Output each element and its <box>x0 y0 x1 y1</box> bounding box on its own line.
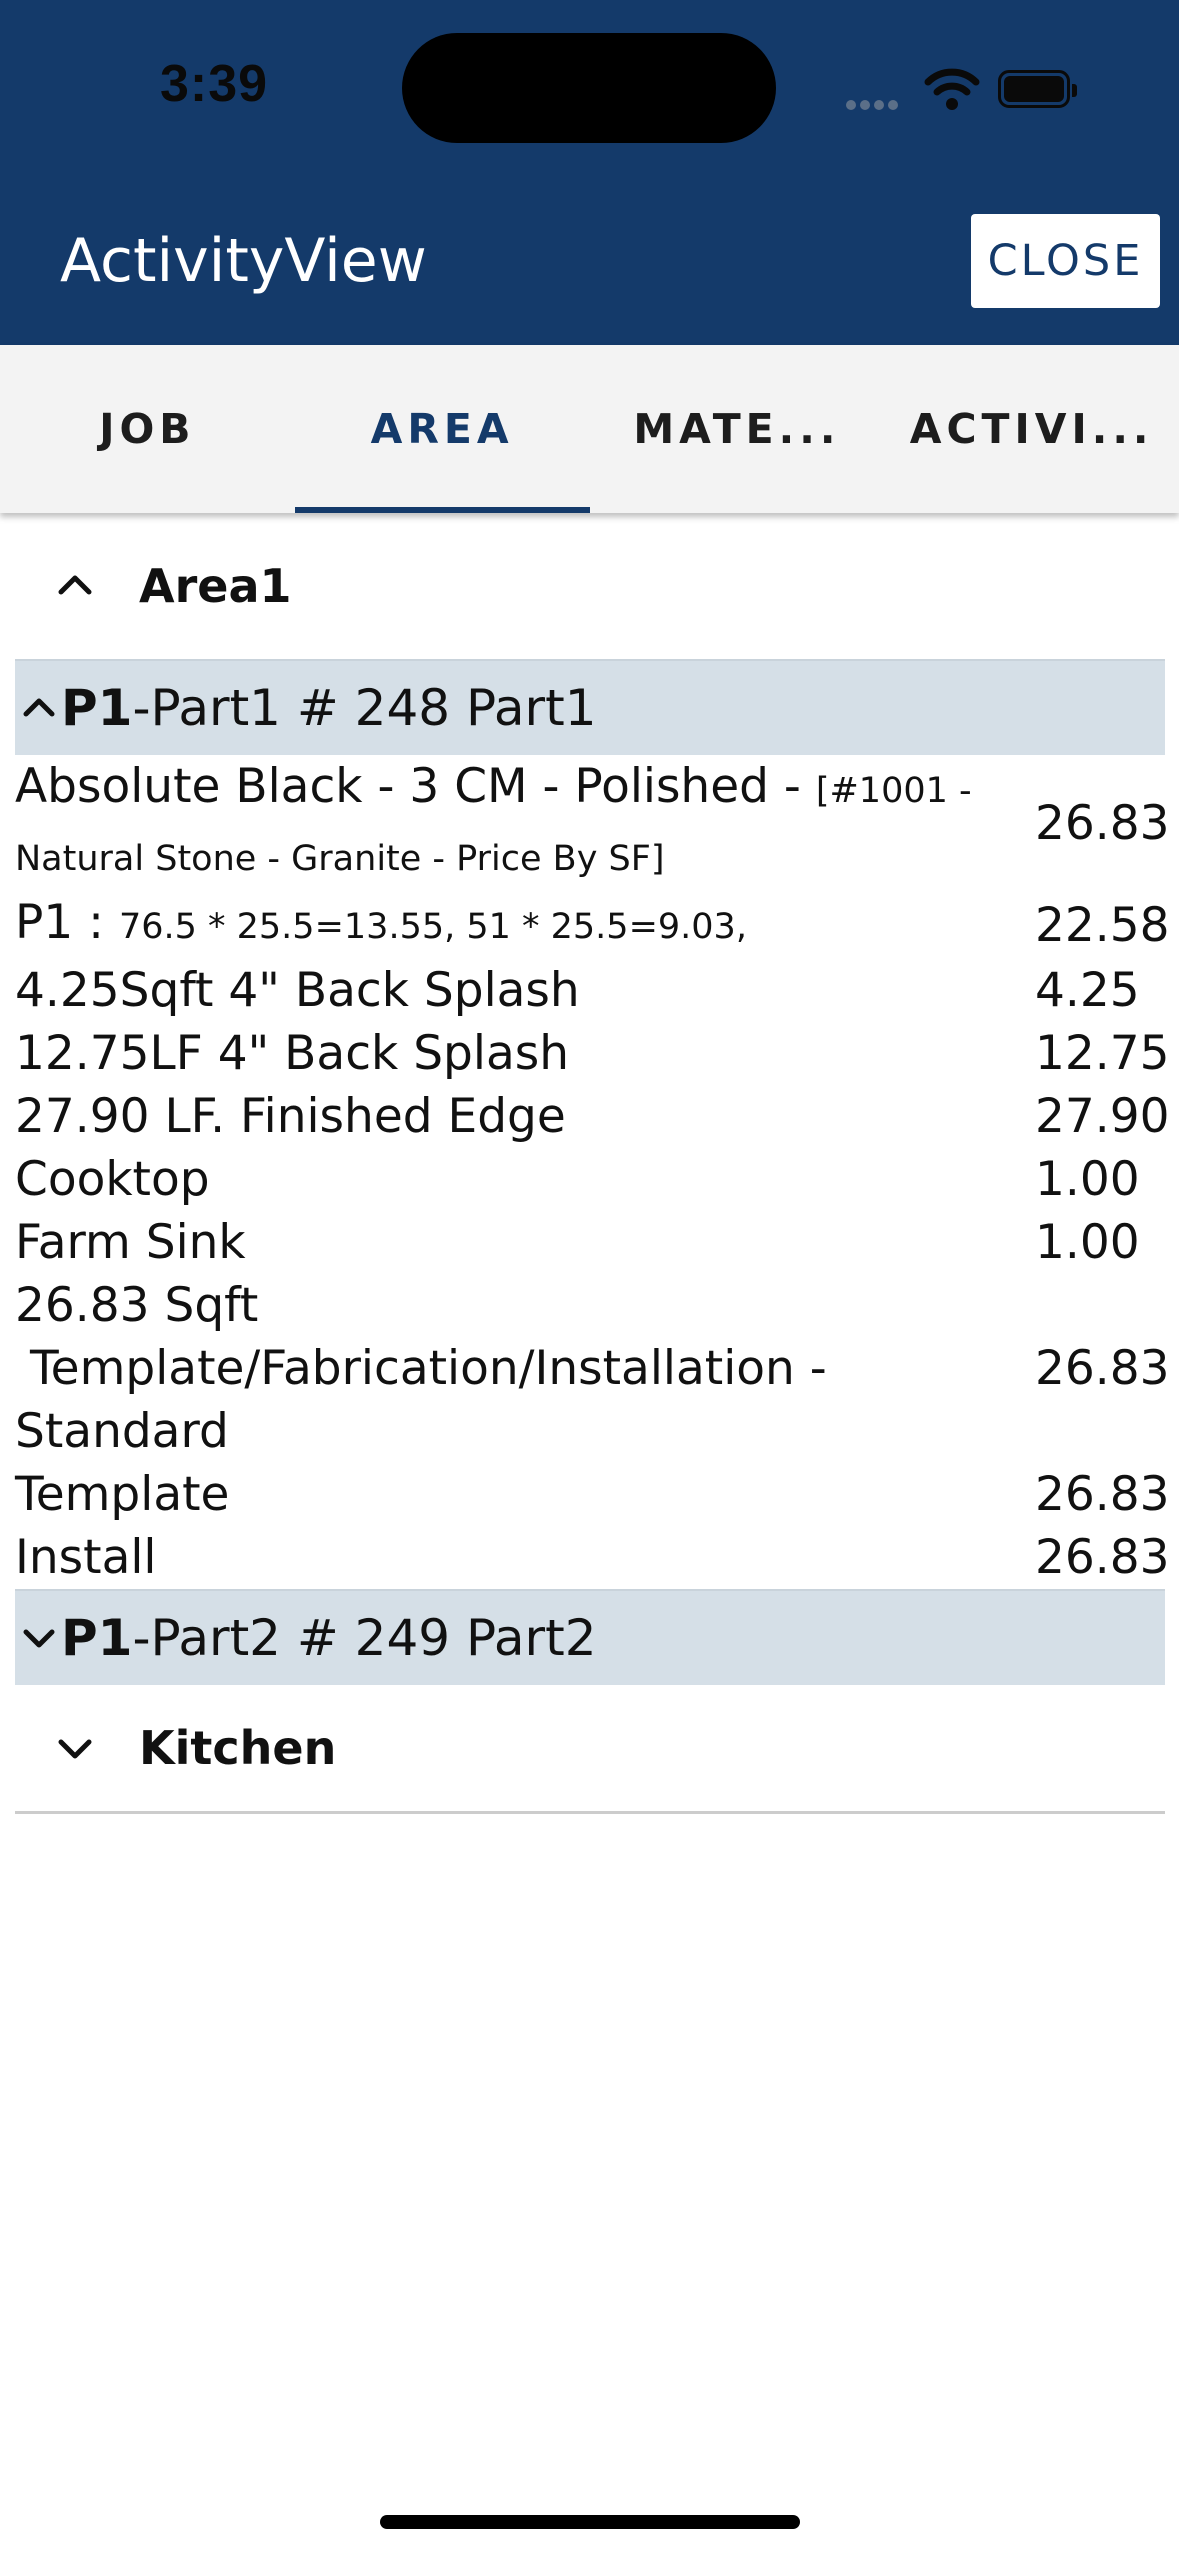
list-item: 12.75LF 4" Back Splash 12.75 <box>15 1022 1170 1085</box>
tab-bar: JOB AREA MATE... ACTIVI... <box>0 345 1179 513</box>
item-description: 26.83 Sqft <box>15 1278 259 1333</box>
list-item: Absolute Black - 3 CM - Polished - [#100… <box>15 755 1170 891</box>
chevron-down-icon <box>58 1739 92 1759</box>
part-title: -Part2 # 249 Part2 <box>132 1609 597 1667</box>
list-item: P1 : 76.5 * 25.5=13.55, 51 * 25.5=9.03, … <box>15 891 1170 959</box>
item-value: 27.90 <box>1035 1089 1170 1144</box>
list-item: 27.90 LF. Finished Edge 27.90 <box>15 1085 1170 1148</box>
item-value: 26.83 <box>1035 1530 1170 1585</box>
item-description: 12.75LF 4" Back Splash <box>15 1026 570 1081</box>
list-item: 4.25Sqft 4" Back Splash 4.25 <box>15 959 1165 1022</box>
chevron-up-icon <box>58 575 92 595</box>
area-name: Kitchen <box>139 1721 337 1775</box>
item-value: 26.83 <box>1035 795 1170 851</box>
item-value: 1.00 <box>1035 1152 1140 1207</box>
item-value: 1.00 <box>1035 1215 1140 1270</box>
item-description-detail: 76.5 * 25.5=13.55, 51 * 25.5=9.03, <box>118 907 747 947</box>
item-description: Cooktop <box>15 1152 210 1207</box>
dynamic-island <box>402 33 776 143</box>
item-description: 4.25Sqft 4" Back Splash <box>15 963 580 1018</box>
area-header-area1[interactable]: Area1 <box>15 513 1165 659</box>
item-description-main: Absolute Black - 3 CM - Polished - <box>15 759 816 814</box>
app-header: 3:39 ActivityView CLOSE <box>0 0 1179 345</box>
tab-activity[interactable]: ACTIVI... <box>884 345 1179 513</box>
list-item: Template 26.83 <box>15 1463 1170 1526</box>
close-button[interactable]: CLOSE <box>971 214 1160 308</box>
wifi-icon <box>924 68 980 110</box>
list-item: 26.83 Sqft <box>15 1274 1165 1337</box>
part-title: -Part1 # 248 Part1 <box>132 679 597 737</box>
part-code: P1 <box>61 1609 133 1667</box>
tab-materials[interactable]: MATE... <box>590 345 885 513</box>
item-description: Absolute Black - 3 CM - Polished - [#100… <box>15 755 1015 891</box>
item-description-main: P1 : <box>15 895 119 950</box>
chevron-up-icon <box>23 698 55 717</box>
status-time: 3:39 <box>160 55 269 113</box>
page-title: ActivityView <box>60 226 427 296</box>
item-description: Template <box>15 1467 230 1522</box>
tab-job[interactable]: JOB <box>0 345 295 513</box>
item-description: Farm Sink <box>15 1215 246 1270</box>
item-description: 27.90 LF. Finished Edge <box>15 1089 566 1144</box>
chevron-down-icon <box>23 1629 55 1648</box>
item-value: 26.83 <box>1035 1467 1170 1522</box>
item-value: 22.58 <box>1035 897 1170 953</box>
tab-area[interactable]: AREA <box>294 345 590 513</box>
battery-icon <box>998 70 1077 108</box>
item-value: 26.83 <box>1035 1341 1170 1396</box>
area-name: Area1 <box>139 559 292 613</box>
part-header-part2[interactable]: P1 -Part2 # 249 Part2 <box>15 1589 1165 1685</box>
item-description: Template/Fabrication/Installation - Stan… <box>15 1341 842 1459</box>
area-list: Area1 P1 -Part1 # 248 Part1 Absolute Bla… <box>15 513 1170 1814</box>
item-value: 4.25 <box>1035 963 1140 1018</box>
list-item: Cooktop 1.00 <box>15 1148 1165 1211</box>
home-indicator[interactable] <box>380 2515 800 2529</box>
item-description: P1 : 76.5 * 25.5=13.55, 51 * 25.5=9.03, <box>15 891 1015 959</box>
part-code: P1 <box>61 679 133 737</box>
part-header-part1[interactable]: P1 -Part1 # 248 Part1 <box>15 659 1165 755</box>
list-item: Farm Sink 1.00 <box>15 1211 1165 1274</box>
item-value: 12.75 <box>1035 1026 1170 1081</box>
list-item: Template/Fabrication/Installation - Stan… <box>15 1337 1170 1463</box>
list-item: Install 26.83 <box>15 1526 1170 1589</box>
item-description: Install <box>15 1530 157 1585</box>
area-header-kitchen[interactable]: Kitchen <box>15 1685 1165 1814</box>
cellular-signal-icon <box>846 95 902 114</box>
